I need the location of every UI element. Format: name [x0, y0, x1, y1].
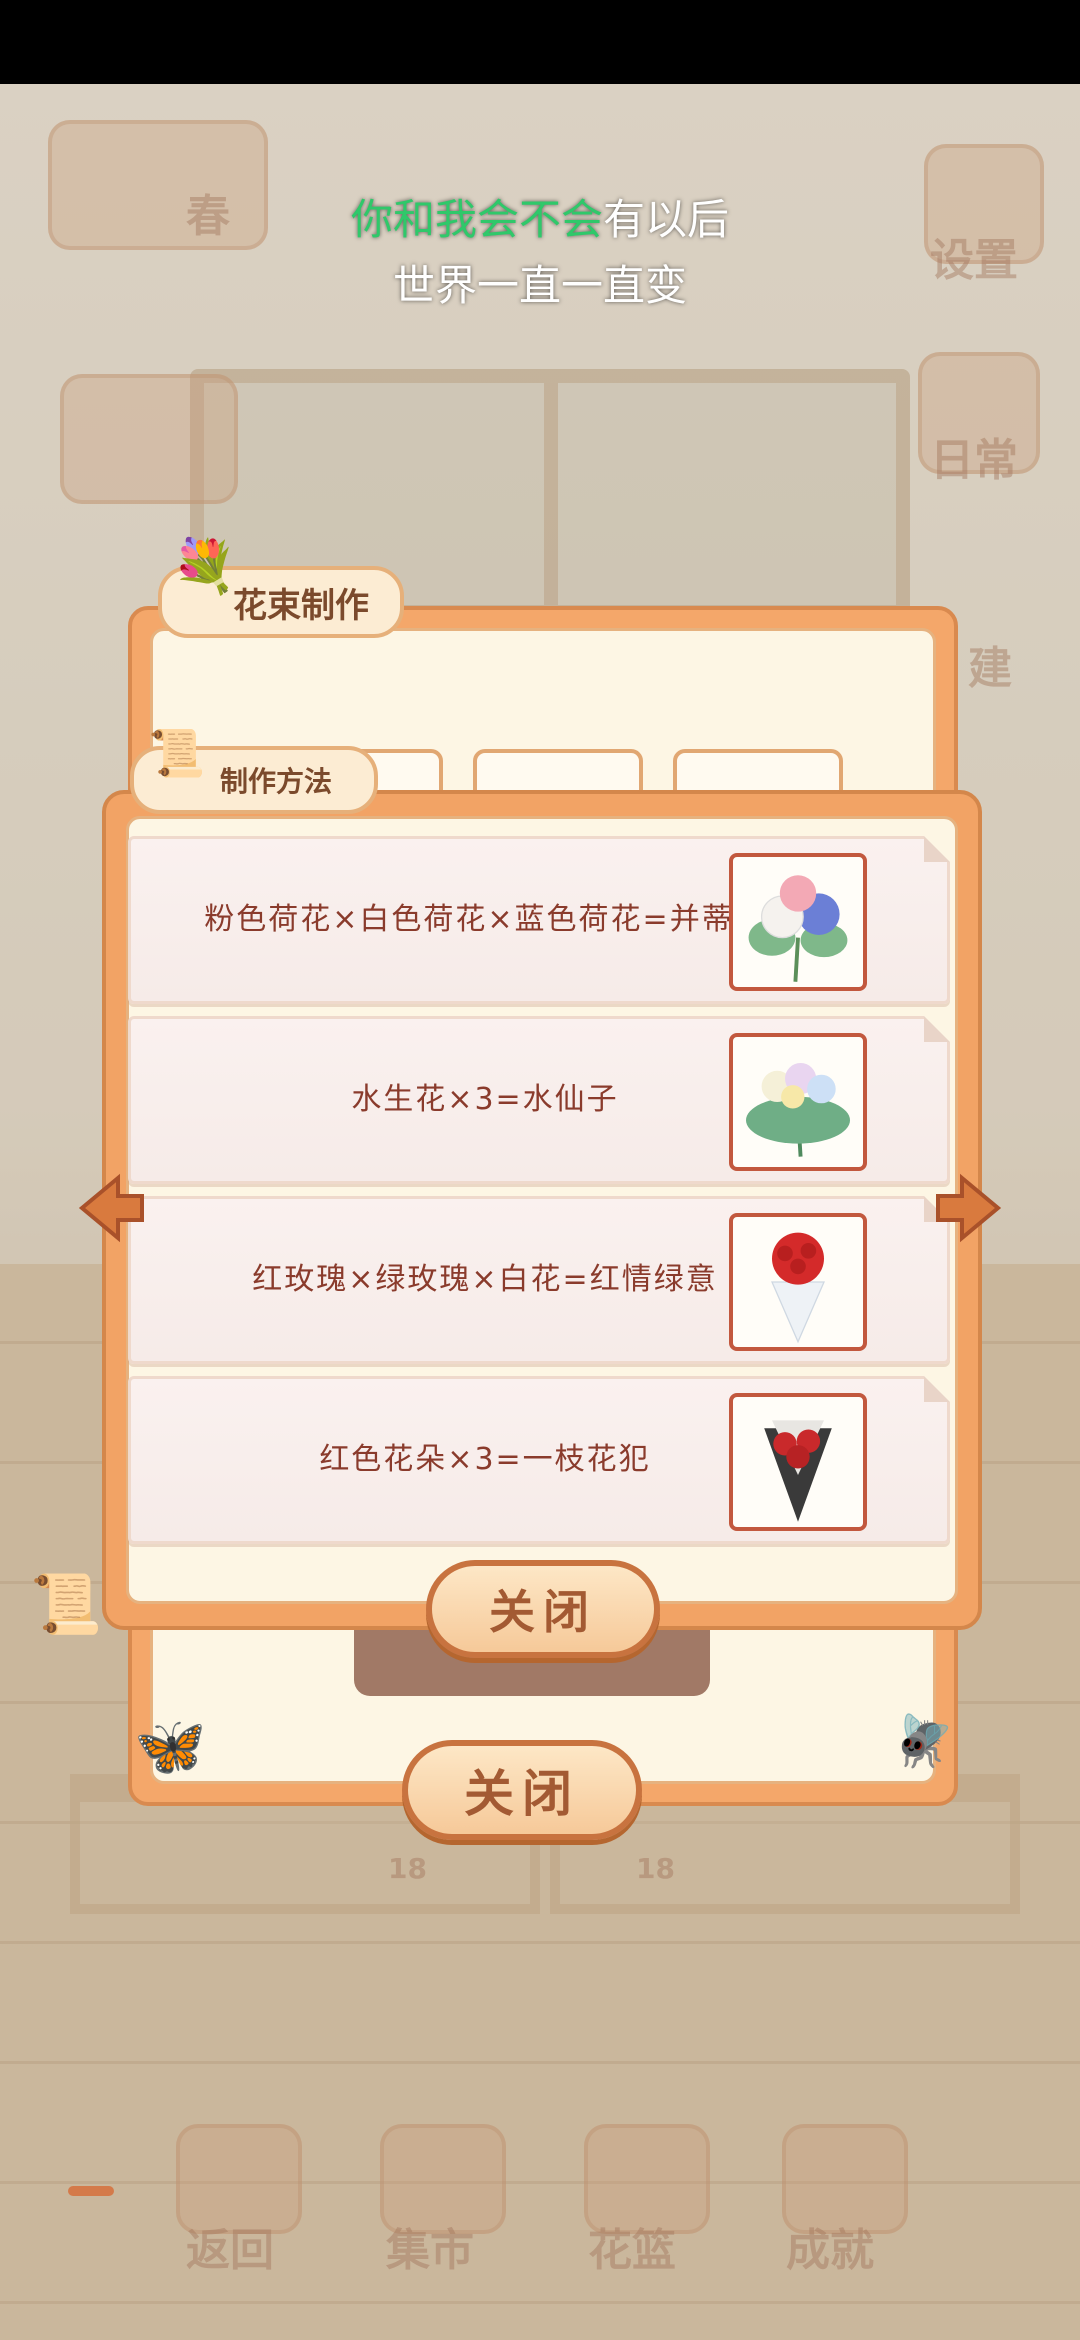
recipe-note-icon: 📜	[148, 726, 206, 780]
note-icon: 📜	[30, 1570, 103, 1638]
lyric-rest: 有以后	[603, 195, 730, 244]
bouquet-tab-label: 花束制作	[233, 585, 369, 626]
bouquet-icon: 💐	[172, 537, 237, 597]
red-rose-bouquet-icon	[729, 1213, 867, 1351]
recipe-item[interactable]: 红色花朵×3=一枝花犯	[128, 1376, 950, 1544]
butterfly-icon: 🦋	[134, 1712, 207, 1780]
recipe-text: 水生花×3=水仙子	[351, 1082, 619, 1117]
recipe-text: 红玫瑰×绿玫瑰×白花=红情绿意	[252, 1262, 718, 1297]
bouquet-close-button[interactable]: 关闭	[402, 1740, 642, 1840]
water-flower-bouquet-icon	[729, 1033, 867, 1171]
next-page-arrow-icon[interactable]	[930, 1168, 1010, 1248]
navigation-handle	[68, 2186, 114, 2196]
lyric-line-1: 你和我会不会有以后	[0, 186, 1080, 247]
method-close-button[interactable]: 关闭	[426, 1560, 660, 1658]
red-flower-bouquet-icon	[729, 1393, 867, 1531]
dragonfly-icon: 🪰	[892, 1712, 955, 1770]
status-bar	[0, 0, 1080, 84]
screen: { "lyrics": { "line1_sung": "你和我会不会", "l…	[0, 0, 1080, 2340]
recipe-item[interactable]: 水生花×3=水仙子	[128, 1016, 950, 1184]
recipe-text: 红色花朵×3=一枝花犯	[319, 1442, 651, 1477]
method-tab-label: 制作方法	[219, 765, 332, 798]
recipe-text: 粉色荷花×白色荷花×蓝色荷花=并蒂莲	[204, 902, 766, 937]
lyric-sung: 你和我会不会	[350, 195, 603, 244]
previous-page-arrow-icon[interactable]	[70, 1168, 150, 1248]
recipe-item[interactable]: 粉色荷花×白色荷花×蓝色荷花=并蒂莲	[128, 836, 950, 1004]
lotus-bouquet-icon	[729, 853, 867, 991]
recipe-item[interactable]: 红玫瑰×绿玫瑰×白花=红情绿意	[128, 1196, 950, 1364]
lyric-line-2: 世界一直一直变	[392, 261, 687, 310]
